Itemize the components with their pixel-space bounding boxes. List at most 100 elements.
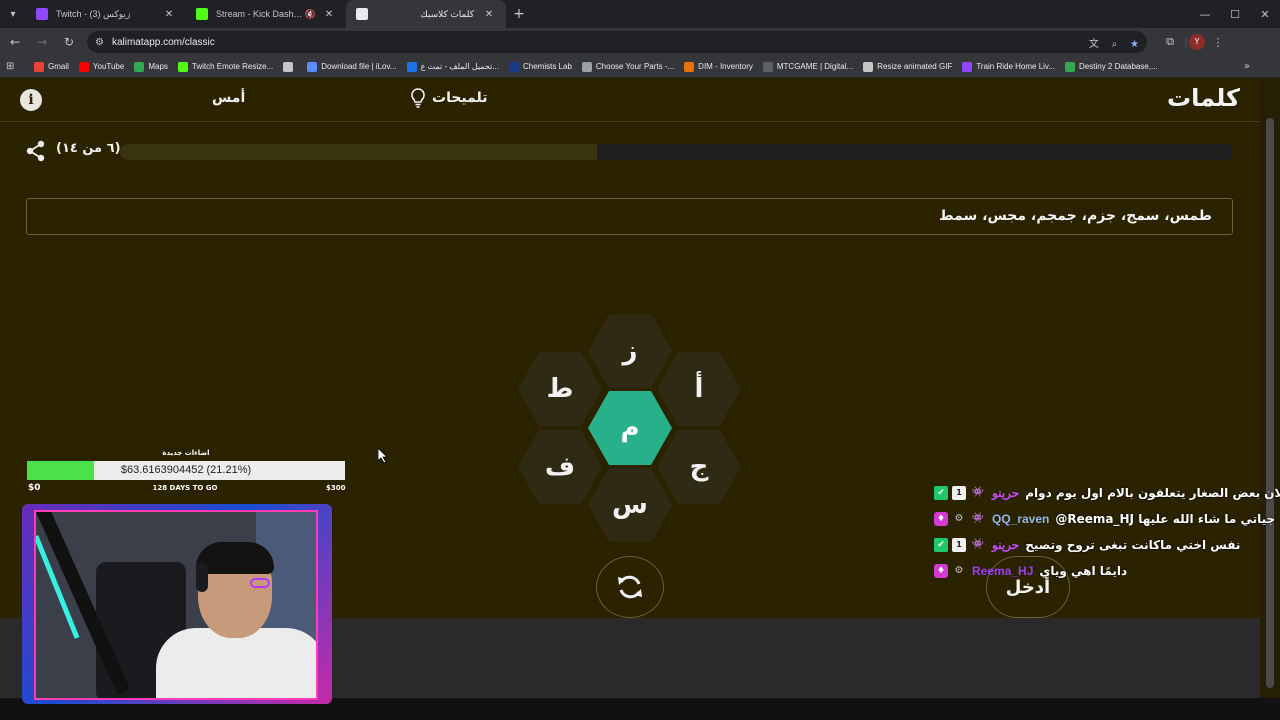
close-tab-icon[interactable]: ✕ bbox=[322, 9, 336, 20]
bookmark-item[interactable]: Choose Your Parts -... bbox=[581, 61, 675, 72]
close-tab-icon[interactable]: ✕ bbox=[482, 9, 496, 20]
shuffle-button[interactable] bbox=[596, 556, 664, 618]
letter-tile-bottom-right[interactable]: ج bbox=[657, 430, 741, 504]
chat-message-text: @Reema_HJ جياتي ما شاء الله عليها bbox=[1055, 512, 1276, 526]
bookmark-label: Train Ride Home Liv... bbox=[976, 62, 1056, 71]
bookmark-label: YouTube bbox=[92, 62, 125, 71]
close-window-icon[interactable]: ✕ bbox=[1250, 0, 1280, 28]
stream-chat: ✔ 1 👾 حرينو لان بعض الصغار يتعلقون بالام اول… bbox=[934, 480, 1280, 584]
tab-title: كلمات كلاسيك bbox=[420, 8, 474, 19]
yesterday-button[interactable]: أمس bbox=[212, 90, 245, 106]
scrollbar-thumb[interactable] bbox=[1266, 118, 1274, 688]
bookmark-item[interactable]: MTCGAME | Digital... bbox=[762, 61, 853, 72]
bookmark-favicon-icon bbox=[34, 61, 44, 72]
forward-icon[interactable]: → bbox=[30, 30, 54, 54]
new-tab-icon[interactable]: + bbox=[506, 0, 532, 28]
bookmark-item[interactable]: Resize animated GIF bbox=[863, 61, 952, 72]
more-bookmarks-icon[interactable]: » bbox=[1244, 61, 1250, 72]
bookmark-favicon-icon bbox=[508, 61, 519, 72]
reload-icon[interactable]: ↻ bbox=[57, 30, 81, 54]
bookmark-label: Choose Your Parts -... bbox=[595, 62, 675, 71]
address-bar[interactable]: ⚙ kalimatapp.com/classic 文 ⌕ ★ bbox=[87, 31, 1147, 53]
letter-tile-bottom[interactable]: س bbox=[588, 468, 672, 542]
bookmark-star-icon[interactable]: ★ bbox=[1130, 39, 1139, 50]
chat-message: ✔ 1 👾 حرينو نفس اختي ماكانت تبغى تروح وتصيح bbox=[934, 532, 1280, 558]
zoom-icon[interactable]: ⌕ bbox=[1112, 39, 1118, 50]
bookmark-label: Destiny 2 Database,... bbox=[1079, 62, 1158, 71]
bookmark-label: Chemists Lab bbox=[522, 62, 572, 71]
maximize-icon[interactable]: ☐ bbox=[1220, 0, 1250, 28]
bookmark-favicon-icon bbox=[684, 61, 695, 72]
kick-favicon-icon bbox=[196, 8, 208, 20]
hints-label: تلميحات bbox=[432, 90, 488, 106]
bookmark-item[interactable]: Maps bbox=[134, 61, 168, 72]
bookmark-item[interactable]: YouTube bbox=[78, 61, 125, 72]
tab-kalimat-classic[interactable]: كلمات كلاسيك ✕ bbox=[346, 0, 506, 28]
chat-username[interactable]: Reema_HJ bbox=[972, 564, 1033, 578]
tab-kick-dashboard[interactable]: Stream - Kick Dashboard 🔇 ✕ bbox=[186, 0, 346, 28]
chat-badge-gem-icon: ♦ bbox=[934, 512, 948, 526]
bookmark-favicon-icon bbox=[307, 61, 318, 72]
page-header: i أمس تلميحات كلمات bbox=[0, 78, 1260, 122]
info-icon[interactable]: i bbox=[20, 89, 42, 111]
bookmark-item[interactable]: Train Ride Home Liv... bbox=[962, 61, 1056, 72]
bookmark-item[interactable]: Gmail bbox=[34, 61, 69, 72]
chat-badge-og-icon: ⚙ bbox=[954, 565, 964, 576]
webcam-headset bbox=[196, 562, 208, 592]
minimize-icon[interactable]: — bbox=[1190, 0, 1220, 28]
found-words-list[interactable]: طمس، سمج، جزم، جمجم، مجس، سمط bbox=[26, 198, 1233, 235]
omnibox-icons: 文 ⌕ ★ bbox=[1079, 35, 1139, 50]
kalimat-favicon-icon bbox=[356, 8, 368, 20]
letter-tile-bottom-left[interactable]: ف bbox=[518, 430, 602, 504]
chat-badge-check-icon: ✔ bbox=[934, 538, 948, 552]
bookmark-item[interactable]: Destiny 2 Database,... bbox=[1065, 61, 1158, 72]
tab-search-icon[interactable]: ▾ bbox=[0, 0, 26, 28]
tab-twitch[interactable]: Twitch - زيوكس (3) ✕ bbox=[26, 0, 186, 28]
share-icon[interactable] bbox=[26, 140, 46, 162]
bookmark-item[interactable]: تحميل الملف - تمت ع... bbox=[406, 61, 499, 72]
donation-goal-min: $0 bbox=[28, 483, 41, 493]
letter-tile-center[interactable]: م bbox=[588, 391, 672, 465]
bookmark-favicon-icon bbox=[863, 61, 874, 72]
site-info-icon[interactable]: ⚙ bbox=[95, 37, 104, 48]
bookmark-item[interactable] bbox=[283, 61, 297, 72]
bookmark-item[interactable]: DIM - Inventory bbox=[684, 61, 753, 72]
bookmark-item[interactable]: Twitch Emote Resize... bbox=[177, 61, 273, 72]
url-text[interactable]: kalimatapp.com/classic bbox=[112, 37, 1079, 48]
bookmark-label: Maps bbox=[148, 62, 168, 71]
close-tab-icon[interactable]: ✕ bbox=[162, 9, 176, 20]
bookmark-item[interactable]: Download file | iLov... bbox=[307, 61, 397, 72]
tab-bar: ▾ Twitch - زيوكس (3) ✕ Stream - Kick Das… bbox=[0, 0, 1280, 28]
hints-button[interactable]: تلميحات bbox=[410, 88, 488, 108]
progress-count: (٦ من ١٤) bbox=[56, 141, 121, 156]
mouse-cursor-icon bbox=[378, 448, 388, 464]
apps-grid-icon[interactable]: ⊞ bbox=[6, 61, 26, 72]
chat-username[interactable]: QQ_raven bbox=[992, 512, 1049, 526]
chat-badge-sub-icon: 1 bbox=[952, 538, 966, 552]
browser-menu-icon[interactable]: ⋮ bbox=[1205, 36, 1231, 49]
bookmarks-bar: ⊞ Gmail YouTube Maps Twitch Emote Resize...… bbox=[0, 56, 1280, 78]
chat-username[interactable]: حرينو bbox=[992, 486, 1019, 500]
page-scrollbar[interactable] bbox=[1260, 78, 1280, 698]
extensions-icon[interactable]: ⧉ bbox=[1157, 35, 1183, 49]
chat-username[interactable]: حرينو bbox=[992, 538, 1019, 552]
letter-tile-top-left[interactable]: ط bbox=[518, 352, 602, 426]
kalimat-logo[interactable]: كلمات bbox=[1167, 84, 1240, 112]
profile-avatar[interactable]: Y bbox=[1189, 34, 1205, 50]
translate-icon[interactable]: 文 bbox=[1089, 39, 1099, 50]
chat-message: ♦ ⚙ Reema_HJ دايمًا اهي وياي bbox=[934, 558, 1280, 584]
bookmark-favicon-icon bbox=[962, 61, 973, 72]
bookmark-item[interactable]: Chemists Lab bbox=[508, 61, 572, 72]
bookmark-label: Gmail bbox=[48, 62, 69, 71]
letter-tile-top-right[interactable]: أ bbox=[657, 352, 741, 426]
bookmark-favicon-icon bbox=[1065, 61, 1076, 72]
bookmark-favicon-icon bbox=[78, 61, 89, 72]
muted-speaker-icon[interactable]: 🔇 bbox=[305, 9, 316, 20]
bookmark-label: DIM - Inventory bbox=[698, 62, 753, 71]
webcam-feed bbox=[34, 510, 318, 700]
bookmark-label: تحميل الملف - تمت ع... bbox=[420, 62, 499, 71]
letter-tile-top[interactable]: ز bbox=[588, 314, 672, 388]
donation-goal-bar: $63.6163904452 (21.21%) bbox=[27, 461, 345, 480]
bookmark-favicon-icon bbox=[581, 61, 592, 72]
back-icon[interactable]: ← bbox=[3, 30, 27, 54]
